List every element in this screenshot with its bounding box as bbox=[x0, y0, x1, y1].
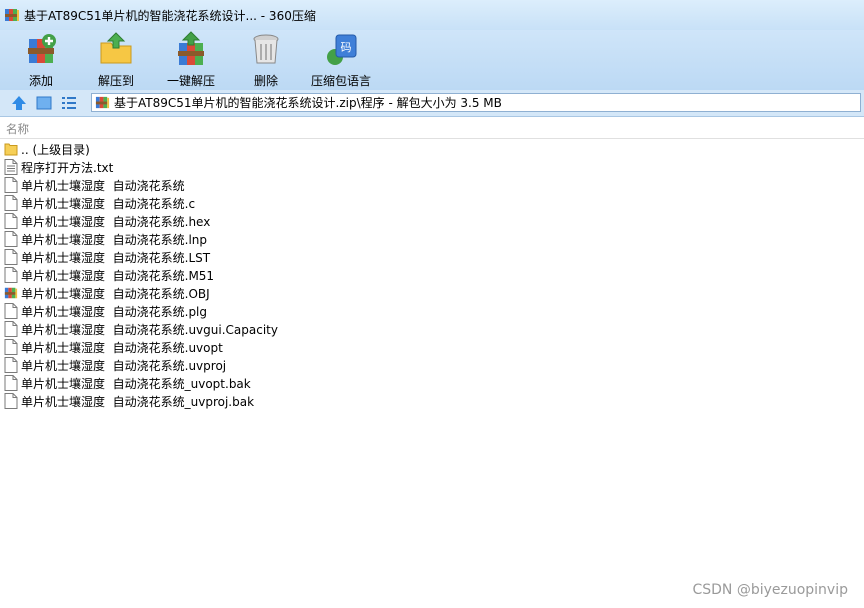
file-icon bbox=[4, 231, 18, 247]
file-name: 单片机士壤湿度 自动浇花系统.OBJ bbox=[21, 286, 210, 301]
file-icon bbox=[4, 375, 18, 391]
list-item[interactable]: 单片机士壤湿度 自动浇花系统.uvgui.Capacity bbox=[0, 320, 400, 338]
file-icon bbox=[4, 339, 18, 355]
up-arrow-icon[interactable] bbox=[10, 94, 28, 112]
list-item[interactable]: 单片机士壤湿度 自动浇花系统.lnp bbox=[0, 230, 400, 248]
file-name: 单片机士壤湿度 自动浇花系统.LST bbox=[21, 250, 211, 265]
add-archive-icon bbox=[28, 34, 56, 63]
folder-icon bbox=[4, 141, 18, 157]
file-icon bbox=[4, 249, 18, 265]
file-name: 程序打开方法.txt bbox=[21, 160, 114, 175]
path-text: 基于AT89C51单片机的智能浇花系统设计.zip\程序 - 解包大小为 3.5… bbox=[114, 96, 502, 110]
extract-folder-icon bbox=[100, 32, 132, 64]
file-name: 单片机士壤湿度 自动浇花系统.M51 bbox=[21, 268, 215, 283]
file-name: 单片机士壤湿度 自动浇花系统.uvopt bbox=[21, 340, 223, 355]
list-item[interactable]: 单片机士壤湿度 自动浇花系统_uvopt.bak bbox=[0, 374, 400, 392]
one-click-extract-label: 一键解压 bbox=[166, 74, 215, 88]
file-icon bbox=[4, 267, 18, 283]
address-bar: 基于AT89C51单片机的智能浇花系统设计.zip\程序 - 解包大小为 3.5… bbox=[0, 90, 864, 117]
one-click-extract-button[interactable]: 一键解压 bbox=[156, 30, 226, 90]
file-icon bbox=[4, 393, 18, 409]
list-item[interactable]: 单片机士壤湿度 自动浇花系统.plg bbox=[0, 302, 400, 320]
delete-bin-icon bbox=[253, 34, 279, 64]
toolbar: 添加 解压到 一键解压 删除 码 压缩包语言 bbox=[0, 30, 864, 90]
file-icon bbox=[4, 321, 18, 337]
file-name: 单片机士壤湿度 自动浇花系统.plg bbox=[21, 304, 208, 319]
list-item[interactable]: 单片机士壤湿度 自动浇花系统.OBJ bbox=[0, 284, 400, 302]
text-file-icon bbox=[4, 159, 18, 175]
list-item[interactable]: 单片机士壤湿度 自动浇花系统.hex bbox=[0, 212, 400, 230]
list-item[interactable]: 单片机士壤湿度 自动浇花系统.c bbox=[0, 194, 400, 212]
list-item[interactable]: 程序打开方法.txt bbox=[0, 158, 400, 176]
watermark-text: CSDN @biyezuopinvip bbox=[692, 582, 848, 598]
archive-language-icon: 码 bbox=[327, 34, 357, 65]
file-name: 单片机士壤湿度 自动浇花系统.uvgui.Capacity bbox=[21, 322, 278, 337]
delete-label: 删除 bbox=[253, 74, 278, 88]
list-item[interactable]: 单片机士壤湿度 自动浇花系统.uvopt bbox=[0, 338, 400, 356]
list-item[interactable]: 单片机士壤湿度 自动浇花系统 bbox=[0, 176, 400, 194]
list-item[interactable]: .. (上级目录) bbox=[0, 140, 400, 158]
archive-file-icon bbox=[4, 285, 18, 301]
archive-language-label: 压缩包语言 bbox=[310, 74, 371, 88]
archive-language-button[interactable]: 码 压缩包语言 bbox=[306, 30, 376, 90]
add-button[interactable]: 添加 bbox=[6, 30, 76, 90]
file-name: 单片机士壤湿度 自动浇花系统.c bbox=[21, 196, 196, 211]
file-name: 单片机士壤湿度 自动浇花系统.uvproj bbox=[21, 358, 227, 373]
column-header-name[interactable]: 名称 bbox=[0, 118, 864, 139]
svg-text:码: 码 bbox=[341, 41, 352, 54]
winrar-books-icon bbox=[95, 95, 110, 110]
file-name: 单片机士壤湿度 自动浇花系统 bbox=[21, 178, 185, 193]
file-name: 单片机士壤湿度 自动浇花系统.lnp bbox=[21, 232, 208, 247]
file-icon bbox=[4, 195, 18, 211]
view-list-icon[interactable] bbox=[60, 94, 78, 112]
window-title: 基于AT89C51单片机的智能浇花系统设计... - 360压缩 bbox=[24, 8, 316, 23]
view-large-icon[interactable] bbox=[35, 94, 53, 112]
extract-to-button[interactable]: 解压到 bbox=[81, 30, 151, 90]
file-icon bbox=[4, 303, 18, 319]
path-field[interactable]: 基于AT89C51单片机的智能浇花系统设计.zip\程序 - 解包大小为 3.5… bbox=[91, 93, 861, 112]
file-name: .. (上级目录) bbox=[21, 142, 90, 157]
file-icon bbox=[4, 357, 18, 373]
one-click-extract-icon bbox=[178, 31, 204, 65]
extract-to-label: 解压到 bbox=[97, 74, 134, 88]
list-item[interactable]: 单片机士壤湿度 自动浇花系统.uvproj bbox=[0, 356, 400, 374]
title-bar: 基于AT89C51单片机的智能浇花系统设计... - 360压缩 bbox=[0, 0, 864, 30]
list-item[interactable]: 单片机士壤湿度 自动浇花系统_uvproj.bak bbox=[0, 392, 400, 410]
file-icon bbox=[4, 213, 18, 229]
delete-button[interactable]: 删除 bbox=[231, 30, 301, 90]
file-name: 单片机士壤湿度 自动浇花系统_uvproj.bak bbox=[21, 394, 255, 409]
list-item[interactable]: 单片机士壤湿度 自动浇花系统.M51 bbox=[0, 266, 400, 284]
winrar-books-icon bbox=[4, 7, 20, 23]
file-icon bbox=[4, 177, 18, 193]
file-name: 单片机士壤湿度 自动浇花系统_uvopt.bak bbox=[21, 376, 251, 391]
add-label: 添加 bbox=[28, 74, 53, 88]
column-header-label: 名称 bbox=[6, 122, 29, 136]
file-name: 单片机士壤湿度 自动浇花系统.hex bbox=[21, 214, 211, 229]
list-item[interactable]: 单片机士壤湿度 自动浇花系统.LST bbox=[0, 248, 400, 266]
